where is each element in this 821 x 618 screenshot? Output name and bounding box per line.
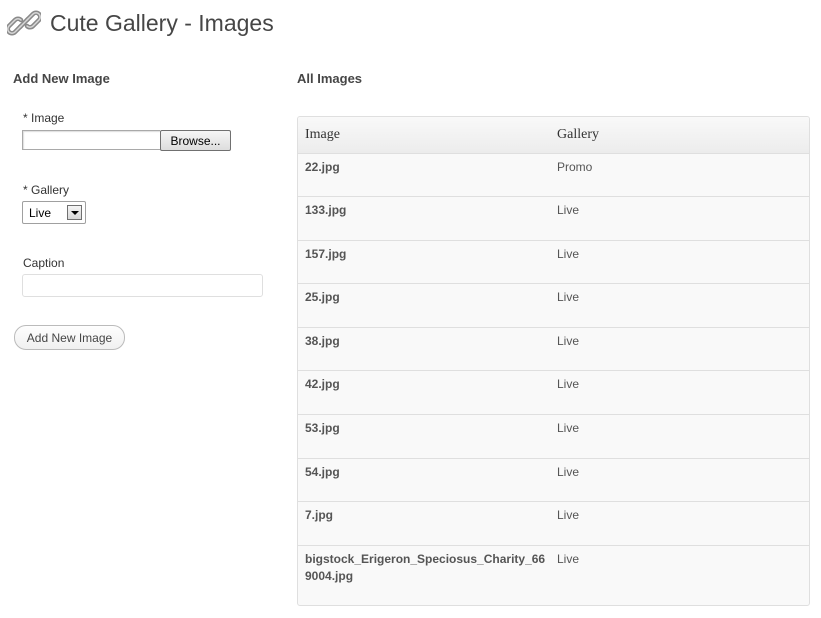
gallery-cell: Live — [553, 327, 809, 372]
column-header-gallery: Gallery — [553, 117, 809, 154]
table-row: 53.jpg Live — [298, 414, 809, 459]
table-row: 25.jpg Live — [298, 283, 809, 328]
image-file-field[interactable] — [22, 130, 160, 150]
image-name-cell: 54.jpg — [298, 458, 553, 503]
chain-link-icon — [5, 6, 43, 40]
image-name-cell: 53.jpg — [298, 414, 553, 459]
column-header-image: Image — [298, 117, 553, 154]
images-table: Image Gallery 22.jpg Promo 133.jpg Live … — [297, 116, 810, 607]
page-title: Cute Gallery - Images — [50, 9, 274, 36]
browse-button[interactable]: Browse... — [160, 130, 231, 151]
table-row: bigstock_Erigeron_Speciosus_Charity_6690… — [298, 545, 809, 605]
gallery-cell: Live — [553, 370, 809, 416]
table-row: 42.jpg Live — [298, 370, 809, 416]
gallery-cell: Live — [553, 196, 809, 241]
image-name-cell: 157.jpg — [298, 240, 553, 285]
gallery-cell: Live — [553, 283, 809, 328]
image-label: * Image — [23, 111, 65, 125]
gallery-cell: Promo — [553, 153, 809, 198]
image-name-cell: 22.jpg — [298, 153, 553, 198]
page-header: Cute Gallery - Images — [5, 5, 274, 41]
table-row: 7.jpg Live — [298, 501, 809, 546]
image-name-cell: 7.jpg — [298, 501, 553, 546]
gallery-select-value: Live — [29, 206, 52, 220]
table-header-row: Image Gallery — [298, 117, 809, 154]
image-name-cell: 25.jpg — [298, 283, 553, 328]
gallery-cell: Live — [553, 414, 809, 459]
chevron-down-icon[interactable] — [67, 205, 82, 220]
image-name-cell: 42.jpg — [298, 370, 553, 416]
table-row: 133.jpg Live — [298, 196, 809, 241]
gallery-cell: Live — [553, 240, 809, 285]
image-name-cell: 38.jpg — [298, 327, 553, 372]
table-row: 157.jpg Live — [298, 240, 809, 285]
image-name-cell: bigstock_Erigeron_Speciosus_Charity_6690… — [305, 551, 546, 583]
table-row: 38.jpg Live — [298, 327, 809, 372]
add-new-image-heading: Add New Image — [13, 71, 110, 86]
gallery-select[interactable]: Live — [22, 201, 86, 224]
all-images-heading: All Images — [297, 71, 363, 86]
gallery-cell: Live — [557, 551, 580, 566]
table-row: 22.jpg Promo — [298, 153, 809, 198]
table-row: 54.jpg Live — [298, 458, 809, 503]
caption-label: Caption — [23, 256, 65, 270]
add-new-image-button[interactable]: Add New Image — [14, 325, 125, 350]
gallery-cell: Live — [553, 458, 809, 503]
image-name-cell: 133.jpg — [298, 196, 553, 241]
gallery-label: * Gallery — [23, 183, 70, 197]
caption-input[interactable] — [22, 274, 263, 297]
gallery-cell: Live — [553, 501, 809, 546]
